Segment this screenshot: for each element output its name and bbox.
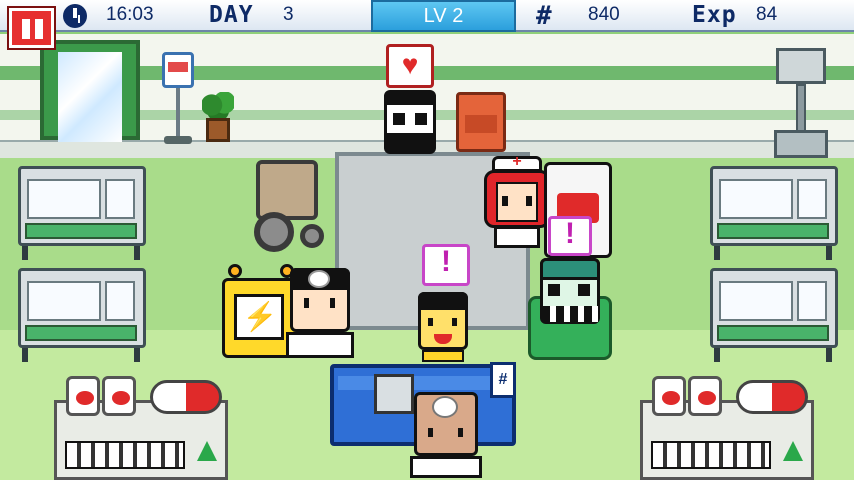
pause-icon [22,19,30,39]
pill-capsule [150,380,222,414]
pill-capsule [736,380,808,414]
medicine-bottle [688,376,722,416]
panda-patient [384,90,436,154]
iv-stand [158,38,198,148]
nurse-character[interactable]: + [484,153,550,250]
day-label: DAY [209,2,254,28]
bed-leg [714,246,720,260]
hospital-bed-right-bottom[interactable] [710,268,838,348]
money-sign: # [490,362,516,398]
day-value: 3 [283,4,294,25]
wheelchair [236,160,332,256]
cross-icon: + [512,153,522,170]
heart-icon: ♥ [401,49,419,80]
alert-bubble[interactable]: ! [548,216,592,256]
alert-bubble[interactable]: ! [422,244,470,286]
bed-leg [134,348,140,362]
level-badge: LV 2 [371,0,516,32]
exclamation-icon: ! [565,217,575,250]
bed-leg [134,246,140,260]
bed-leg [22,348,28,362]
pause-button[interactable] [9,8,54,48]
pause-icon [35,19,43,39]
bed-leg [714,348,720,362]
hospital-bed-right-top[interactable] [710,166,838,246]
game-scene: ♥ + ! ! ⚡ # 16:03 DAY 3 LV 2 # 840 Exp 8… [0,0,854,480]
level-label: LV 2 [423,5,464,27]
doctor-character[interactable] [286,268,354,360]
medicine-bottle [102,376,136,416]
exp-label: Exp [692,2,737,28]
bed-leg [22,246,28,260]
masked-patient[interactable] [528,256,612,360]
window [40,40,140,142]
time-display: 16:03 [106,4,154,25]
exp-value: 84 [756,4,778,25]
lightning-icon: ⚡ [242,301,278,332]
hospital-bed-left-bottom[interactable] [18,268,146,348]
heart-speech-bubble: ♥ [386,44,434,88]
money-value: 840 [588,4,620,25]
medicine-bottle [652,376,686,416]
potted-plant [198,92,238,148]
medicine-bottle [66,376,100,416]
clock-icon [63,4,87,28]
orange-chair [456,92,506,152]
top-hud-bar: 16:03 DAY 3 LV 2 # 840 Exp 84 [0,0,854,32]
waiting-patient[interactable] [414,292,472,364]
player-doctor[interactable] [410,392,482,480]
money-hash-icon: # [498,371,508,388]
bed-leg [826,246,832,260]
weight-scale [770,40,832,160]
hospital-bed-left-top[interactable] [18,166,146,246]
money-hash-icon: # [536,1,553,31]
exclamation-icon: ! [441,245,451,278]
bed-leg [826,348,832,362]
